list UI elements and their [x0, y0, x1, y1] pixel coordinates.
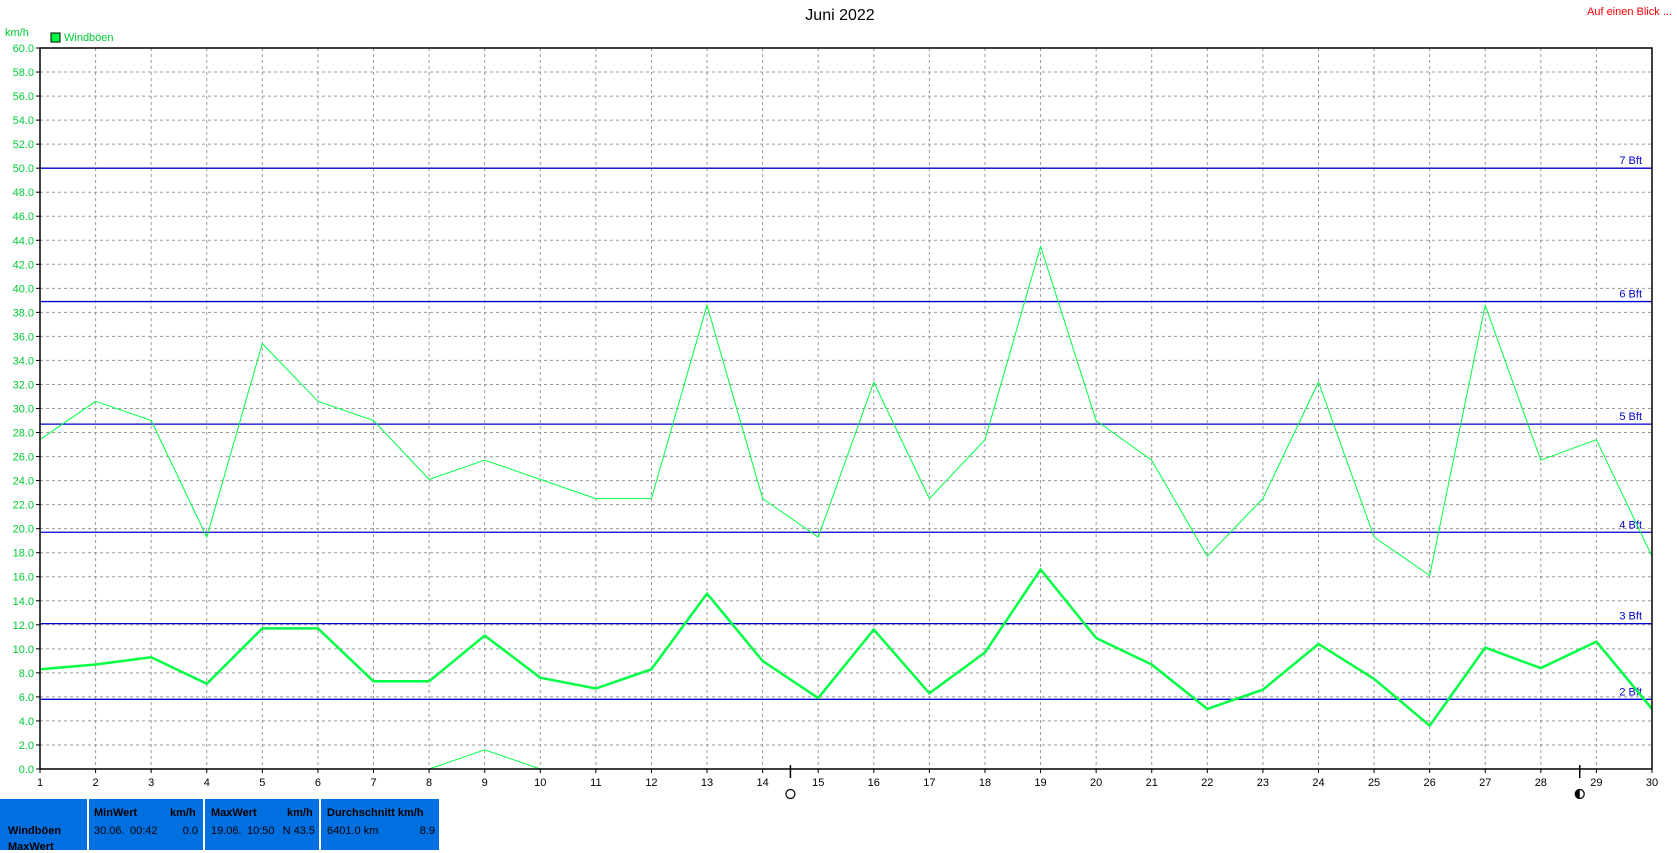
- wind-gust-chart: Juni 2022 Auf einen Blick ... km/h Windb…: [5, 6, 1672, 799]
- x-tick-label: 14: [756, 777, 768, 789]
- x-tick-label: 17: [923, 777, 935, 789]
- y-tick-label: 24.0: [13, 476, 34, 488]
- y-tick-label: 36.0: [13, 331, 34, 343]
- y-tick-label: 6.0: [19, 692, 34, 704]
- avg-value: 8.9: [419, 825, 435, 837]
- x-tick-label: 24: [1312, 777, 1324, 789]
- max-header: MaxWert: [211, 807, 257, 819]
- y-tick-label: 0.0: [19, 764, 34, 776]
- x-tick-label: 15: [812, 777, 824, 789]
- y-tick-label: 40.0: [13, 283, 34, 295]
- y-tick-label: 22.0: [13, 500, 34, 512]
- summary-bar: Windböen MaxWert MinWert km/h 30.06. 00:…: [0, 799, 1677, 853]
- y-tick-label: 54.0: [13, 115, 34, 127]
- y-tick-label: 10.0: [13, 644, 34, 656]
- x-tick-label: 22: [1201, 777, 1213, 789]
- y-tick-label: 2.0: [19, 740, 34, 752]
- max-time: 10:50: [247, 825, 275, 837]
- x-tick-label: 3: [148, 777, 154, 789]
- min-unit: km/h: [170, 807, 196, 819]
- y-tick-label: 4.0: [19, 716, 34, 728]
- x-tick-label: 2: [93, 777, 99, 789]
- beaufort-label: 6 Bft: [1619, 289, 1642, 301]
- x-tick-label: 27: [1479, 777, 1491, 789]
- full-moon-icon: [785, 788, 796, 799]
- y-tick-label: 48.0: [13, 187, 34, 199]
- avg-distance: 6401.0 km: [327, 825, 379, 837]
- y-tick-label: 52.0: [13, 139, 34, 151]
- y-tick-label: 50.0: [13, 163, 34, 175]
- chart-title: Juni 2022: [805, 7, 874, 24]
- y-tick-label: 30.0: [13, 404, 34, 416]
- row-labels-box: Windböen MaxWert: [0, 799, 87, 853]
- legend-swatch: [50, 32, 61, 43]
- y-tick-label: 42.0: [13, 259, 34, 271]
- beaufort-label: 5 Bft: [1619, 411, 1642, 423]
- y-tick-label: 34.0: [13, 355, 34, 367]
- x-tick-label: 11: [590, 777, 601, 789]
- x-tick-label: 23: [1257, 777, 1269, 789]
- x-tick-label: 16: [868, 777, 880, 789]
- y-axis-unit: km/h: [5, 27, 29, 39]
- max-date: 19.06.: [211, 825, 242, 837]
- avg-box: Durchschnitt km/h 6401.0 km 8.9: [321, 799, 439, 850]
- x-tick-label: 29: [1590, 777, 1602, 789]
- series-line: [39, 568, 1653, 727]
- beaufort-lines: 2 Bft3 Bft4 Bft5 Bft6 Bft7 Bft: [40, 155, 1652, 700]
- row-label-windboeen: Windböen: [8, 825, 62, 837]
- x-tick-label: 6: [315, 777, 321, 789]
- x-tick-label: 30: [1646, 777, 1658, 789]
- y-tick-label: 32.0: [13, 379, 34, 391]
- min-box: MinWert km/h 30.06. 00:42 0.0: [89, 799, 203, 850]
- x-tick-label: 20: [1090, 777, 1102, 789]
- max-value: N 43.5: [282, 825, 315, 837]
- y-tick-label: 26.0: [13, 452, 34, 464]
- max-box: MaxWert km/h 19.06. 10:50 N 43.5: [205, 799, 319, 850]
- min-date: 30.06.: [94, 825, 125, 837]
- y-tick-label: 18.0: [13, 548, 34, 560]
- y-tick-label: 16.0: [13, 572, 34, 584]
- beaufort-label: 7 Bft: [1619, 155, 1642, 167]
- y-tick-label: 28.0: [13, 428, 34, 440]
- min-header: MinWert: [94, 807, 138, 819]
- row-label-maxwert: MaxWert: [8, 841, 54, 853]
- series-line: [39, 245, 1653, 576]
- min-time: 00:42: [130, 825, 158, 837]
- y-tick-label: 12.0: [13, 620, 34, 632]
- overview-link[interactable]: Auf einen Blick ...: [1587, 6, 1672, 18]
- x-tick-label: 21: [1146, 777, 1158, 789]
- x-tick-label: 1: [37, 777, 43, 789]
- y-tick-label: 20.0: [13, 524, 34, 536]
- legend-label: Windböen: [64, 32, 114, 44]
- y-tick-label: 14.0: [13, 596, 34, 608]
- x-tick-label: 12: [645, 777, 657, 789]
- avg-header: Durchschnitt km/h: [327, 807, 424, 819]
- x-tick-label: 19: [1034, 777, 1046, 789]
- x-tick-label: 5: [259, 777, 265, 789]
- y-tick-label: 44.0: [13, 235, 34, 247]
- y-tick-label: 56.0: [13, 91, 34, 103]
- x-tick-label: 10: [534, 777, 546, 789]
- min-value: 0.0: [182, 825, 198, 837]
- beaufort-label: 4 Bft: [1619, 519, 1642, 531]
- x-tick-label: 8: [426, 777, 432, 789]
- x-tick-label: 26: [1424, 777, 1436, 789]
- x-tick-label: 4: [204, 777, 210, 789]
- y-tick-label: 46.0: [13, 211, 34, 223]
- y-tick-label: 38.0: [13, 307, 34, 319]
- x-tick-label: 9: [482, 777, 488, 789]
- x-tick-label: 28: [1535, 777, 1547, 789]
- max-unit: km/h: [287, 807, 313, 819]
- x-tick-label: 7: [370, 777, 376, 789]
- beaufort-label: 3 Bft: [1619, 611, 1642, 623]
- x-tick-label: 13: [701, 777, 713, 789]
- moon-phases: [785, 765, 1585, 799]
- y-tick-label: 58.0: [13, 67, 34, 79]
- grid: [40, 48, 1652, 769]
- y-tick-label: 60.0: [13, 43, 34, 55]
- x-tick-label: 18: [979, 777, 991, 789]
- series-lines: [39, 245, 1653, 770]
- x-tick-label: 25: [1368, 777, 1380, 789]
- y-tick-label: 8.0: [19, 668, 34, 680]
